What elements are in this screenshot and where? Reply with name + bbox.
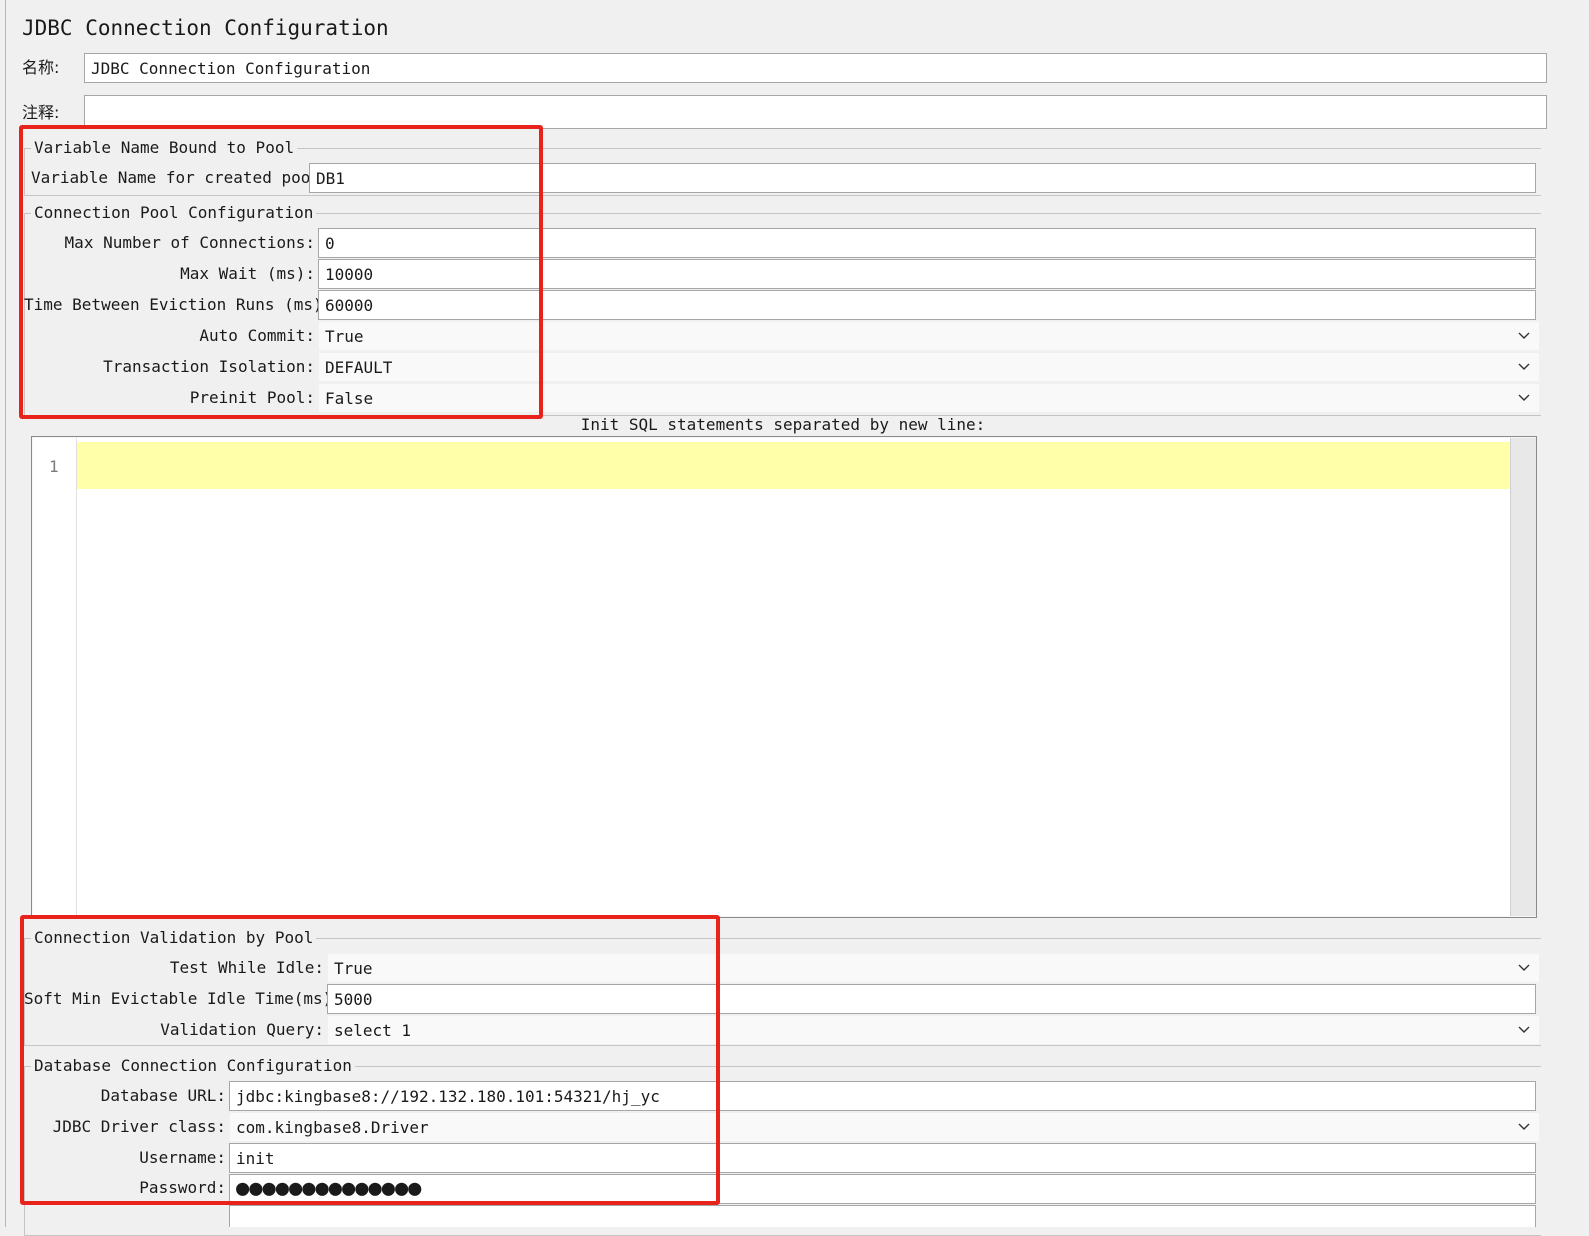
chevron-down-icon[interactable] xyxy=(1517,330,1531,340)
transaction-isolation-select[interactable]: DEFAULT xyxy=(318,352,1540,382)
init-sql-textarea[interactable] xyxy=(77,438,1510,916)
preinit-pool-value: False xyxy=(325,388,374,408)
jdbc-driver-select[interactable]: com.kingbase8.Driver xyxy=(229,1112,1540,1142)
max-wait-input[interactable]: 10000 xyxy=(318,259,1536,289)
test-while-idle-value: True xyxy=(334,958,373,978)
name-label: 名称: xyxy=(22,58,60,77)
username-label: Username: xyxy=(139,1148,226,1167)
editor-scrollbar[interactable] xyxy=(1510,438,1536,916)
soft-min-idle-input[interactable]: 5000 xyxy=(327,984,1536,1014)
password-label: Password: xyxy=(139,1178,226,1197)
next-field-input[interactable] xyxy=(229,1205,1536,1227)
pool-variable-label: Variable Name for created pool: xyxy=(31,168,330,187)
init-sql-label: Init SQL statements separated by new lin… xyxy=(580,415,986,434)
eviction-runs-input[interactable]: 60000 xyxy=(318,290,1536,320)
auto-commit-select[interactable]: True xyxy=(318,321,1540,351)
validation-query-label: Validation Query: xyxy=(160,1020,324,1039)
jdbc-driver-label: JDBC Driver class: xyxy=(52,1117,226,1136)
preinit-pool-label: Preinit Pool: xyxy=(189,388,315,407)
test-while-idle-select[interactable]: True xyxy=(327,953,1540,983)
max-connections-input[interactable]: 0 xyxy=(318,228,1536,258)
password-input[interactable]: ●●●●●●●●●●●●●● xyxy=(229,1174,1536,1204)
validation-query-select[interactable]: select 1 xyxy=(327,1015,1540,1045)
database-url-label: Database URL: xyxy=(100,1086,226,1105)
database-connection-legend: Database Connection Configuration xyxy=(31,1056,355,1076)
auto-commit-value: True xyxy=(325,326,364,346)
chevron-down-icon[interactable] xyxy=(1517,361,1531,371)
preinit-pool-select[interactable]: False xyxy=(318,383,1540,413)
soft-min-idle-label: Soft Min Evictable Idle Time(ms): xyxy=(24,989,342,1008)
transaction-isolation-value: DEFAULT xyxy=(325,357,393,377)
validation-query-value: select 1 xyxy=(334,1020,412,1040)
username-input[interactable]: init xyxy=(229,1143,1536,1173)
max-wait-label: Max Wait (ms): xyxy=(180,264,315,283)
database-url-input[interactable]: jdbc:kingbase8://192.132.180.101:54321/h… xyxy=(229,1081,1536,1111)
left-border xyxy=(5,0,6,1227)
comment-label: 注释: xyxy=(22,103,60,122)
chevron-down-icon[interactable] xyxy=(1517,1024,1531,1034)
line-number: 1 xyxy=(49,457,59,476)
eviction-runs-label: Time Between Eviction Runs (ms): xyxy=(24,295,333,314)
auto-commit-label: Auto Commit: xyxy=(199,326,315,345)
chevron-down-icon[interactable] xyxy=(1517,1121,1531,1131)
active-line-highlight xyxy=(77,442,1510,489)
max-connections-label: Max Number of Connections: xyxy=(64,233,315,252)
init-sql-editor[interactable]: 1 xyxy=(31,436,1537,918)
name-input[interactable]: JDBC Connection Configuration xyxy=(84,53,1547,83)
line-number-gutter: 1 xyxy=(33,438,77,916)
chevron-down-icon[interactable] xyxy=(1517,962,1531,972)
test-while-idle-label: Test While Idle: xyxy=(169,958,324,977)
comment-input[interactable] xyxy=(84,95,1547,129)
pool-variable-input[interactable]: DB1 xyxy=(309,163,1536,193)
chevron-down-icon[interactable] xyxy=(1517,392,1531,402)
connection-validation-legend: Connection Validation by Pool xyxy=(31,928,317,948)
connection-pool-legend: Connection Pool Configuration xyxy=(31,203,317,223)
transaction-isolation-label: Transaction Isolation: xyxy=(103,357,315,376)
variable-name-legend: Variable Name Bound to Pool xyxy=(31,138,298,158)
page-title: JDBC Connection Configuration xyxy=(22,16,389,40)
jdbc-driver-value: com.kingbase8.Driver xyxy=(236,1117,429,1137)
